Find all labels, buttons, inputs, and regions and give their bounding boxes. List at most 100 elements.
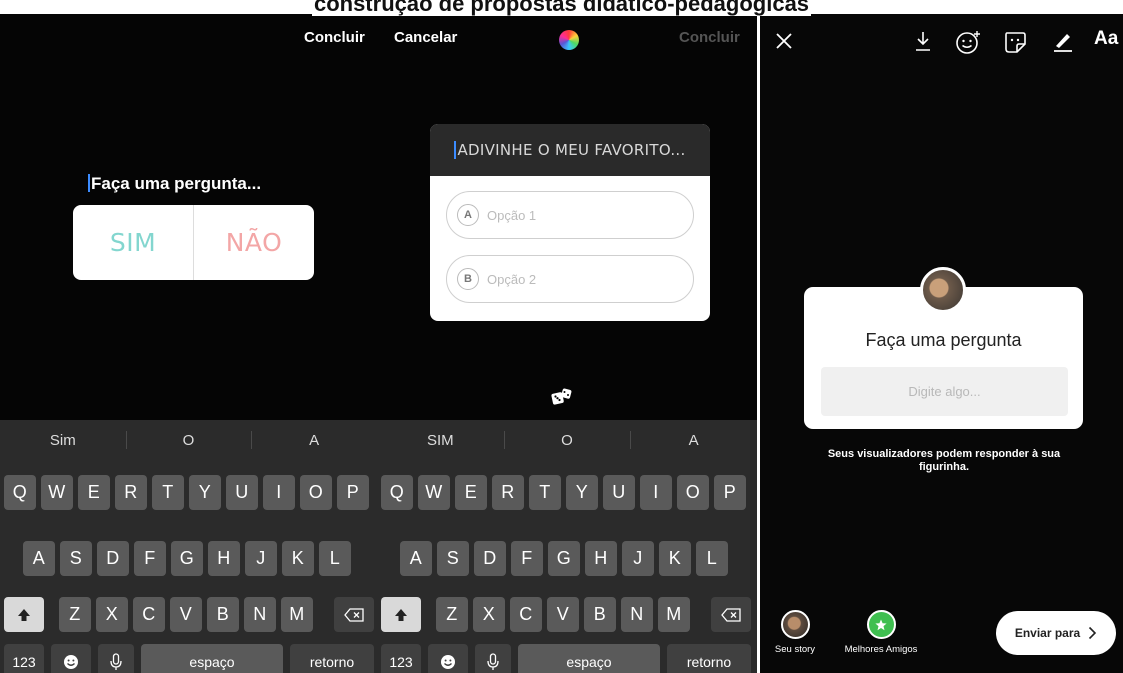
key-t[interactable]: T xyxy=(529,475,561,510)
return-key[interactable]: retorno xyxy=(290,644,374,673)
key-p[interactable]: P xyxy=(714,475,746,510)
text-tool-button[interactable]: Aa xyxy=(1094,28,1118,50)
key-l[interactable]: L xyxy=(696,541,728,576)
key-m[interactable]: M xyxy=(281,597,313,632)
quiz-option-a[interactable]: A Opção 1 xyxy=(446,191,694,239)
key-b[interactable]: B xyxy=(584,597,616,632)
key-c[interactable]: C xyxy=(510,597,542,632)
key-e[interactable]: E xyxy=(78,475,110,510)
key-n[interactable]: N xyxy=(621,597,653,632)
suggestion-item[interactable]: O xyxy=(125,420,252,460)
dictation-key[interactable] xyxy=(98,644,134,673)
key-c[interactable]: C xyxy=(133,597,165,632)
color-wheel-icon[interactable] xyxy=(559,30,579,50)
quiz-sticker[interactable]: ADIVINHE O MEU FAVORITO... A Opção 1 B O… xyxy=(430,124,710,321)
suggestion-item[interactable]: O xyxy=(503,420,631,460)
send-to-button[interactable]: Enviar para xyxy=(996,611,1116,655)
suggestion-item[interactable]: A xyxy=(251,420,377,460)
suggestion-item[interactable]: A xyxy=(630,420,757,460)
key-s[interactable]: S xyxy=(60,541,92,576)
dice-icon[interactable] xyxy=(551,388,573,409)
your-story-button[interactable]: Seu story xyxy=(770,610,820,655)
quiz-option-b[interactable]: B Opção 2 xyxy=(446,255,694,303)
emoji-key[interactable] xyxy=(51,644,91,673)
key-m[interactable]: M xyxy=(658,597,690,632)
key-t[interactable]: T xyxy=(152,475,184,510)
numbers-key[interactable]: 123 xyxy=(381,644,421,673)
key-d[interactable]: D xyxy=(474,541,506,576)
key-l[interactable]: L xyxy=(319,541,351,576)
answer-input[interactable]: Digite algo... xyxy=(821,367,1068,416)
key-j[interactable]: J xyxy=(622,541,654,576)
key-a[interactable]: A xyxy=(23,541,55,576)
poll-option-yes[interactable]: SIM xyxy=(73,205,194,280)
key-x[interactable]: X xyxy=(473,597,505,632)
poll-question-input[interactable]: Faça uma pergunta... xyxy=(88,174,261,194)
draw-icon[interactable] xyxy=(1052,30,1074,57)
key-q[interactable]: Q xyxy=(381,475,413,510)
key-h[interactable]: H xyxy=(208,541,240,576)
key-z[interactable]: Z xyxy=(59,597,91,632)
key-y[interactable]: Y xyxy=(566,475,598,510)
document-title: construção de propostas didático-pedagóg… xyxy=(0,0,1123,16)
return-key[interactable]: retorno xyxy=(667,644,751,673)
sticker-icon[interactable] xyxy=(1003,30,1027,59)
key-i[interactable]: I xyxy=(640,475,672,510)
space-key[interactable]: espaço xyxy=(518,644,660,673)
key-q[interactable]: Q xyxy=(4,475,36,510)
key-z[interactable]: Z xyxy=(436,597,468,632)
key-w[interactable]: W xyxy=(418,475,450,510)
key-k[interactable]: K xyxy=(659,541,691,576)
done-button[interactable]: Concluir xyxy=(304,29,365,46)
option-letter-b: B xyxy=(457,268,479,290)
key-x[interactable]: X xyxy=(96,597,128,632)
question-sticker-panel: Aa Faça uma pergunta Digite algo... Seus… xyxy=(760,14,1123,673)
key-y[interactable]: Y xyxy=(189,475,221,510)
numbers-key[interactable]: 123 xyxy=(4,644,44,673)
key-f[interactable]: F xyxy=(134,541,166,576)
emoji-key[interactable] xyxy=(428,644,468,673)
close-friends-button[interactable]: Melhores Amigos xyxy=(836,610,926,655)
key-u[interactable]: U xyxy=(603,475,635,510)
face-effects-icon[interactable] xyxy=(955,30,981,59)
key-r[interactable]: R xyxy=(492,475,524,510)
key-d[interactable]: D xyxy=(97,541,129,576)
key-p[interactable]: P xyxy=(337,475,369,510)
key-s[interactable]: S xyxy=(437,541,469,576)
key-o[interactable]: O xyxy=(300,475,332,510)
key-o[interactable]: O xyxy=(677,475,709,510)
dictation-key[interactable] xyxy=(475,644,511,673)
key-f[interactable]: F xyxy=(511,541,543,576)
suggestion-item[interactable]: SIM xyxy=(377,420,504,460)
poll-option-no[interactable]: NÃO xyxy=(194,205,314,280)
shift-key[interactable] xyxy=(381,597,421,632)
key-v[interactable]: V xyxy=(547,597,579,632)
key-r[interactable]: R xyxy=(115,475,147,510)
quiz-question-input[interactable]: ADIVINHE O MEU FAVORITO... xyxy=(430,124,710,176)
key-h[interactable]: H xyxy=(585,541,617,576)
done-button[interactable]: Concluir xyxy=(679,29,740,46)
space-key[interactable]: espaço xyxy=(141,644,283,673)
close-icon[interactable] xyxy=(775,32,793,55)
key-g[interactable]: G xyxy=(548,541,580,576)
key-w[interactable]: W xyxy=(41,475,73,510)
key-n[interactable]: N xyxy=(244,597,276,632)
delete-key[interactable] xyxy=(711,597,751,632)
suggestion-item[interactable]: Sim xyxy=(0,420,126,460)
key-v[interactable]: V xyxy=(170,597,202,632)
key-e[interactable]: E xyxy=(455,475,487,510)
key-g[interactable]: G xyxy=(171,541,203,576)
key-i[interactable]: I xyxy=(263,475,295,510)
star-icon xyxy=(866,610,896,639)
key-u[interactable]: U xyxy=(226,475,258,510)
key-a[interactable]: A xyxy=(400,541,432,576)
poll-question-text: Faça uma pergunta... xyxy=(91,174,262,193)
download-icon[interactable] xyxy=(914,30,932,57)
shift-key[interactable] xyxy=(4,597,44,632)
key-b[interactable]: B xyxy=(207,597,239,632)
cancel-button[interactable]: Cancelar xyxy=(394,29,457,46)
delete-key[interactable] xyxy=(334,597,374,632)
key-j[interactable]: J xyxy=(245,541,277,576)
poll-sticker[interactable]: SIM NÃO xyxy=(73,205,314,280)
key-k[interactable]: K xyxy=(282,541,314,576)
